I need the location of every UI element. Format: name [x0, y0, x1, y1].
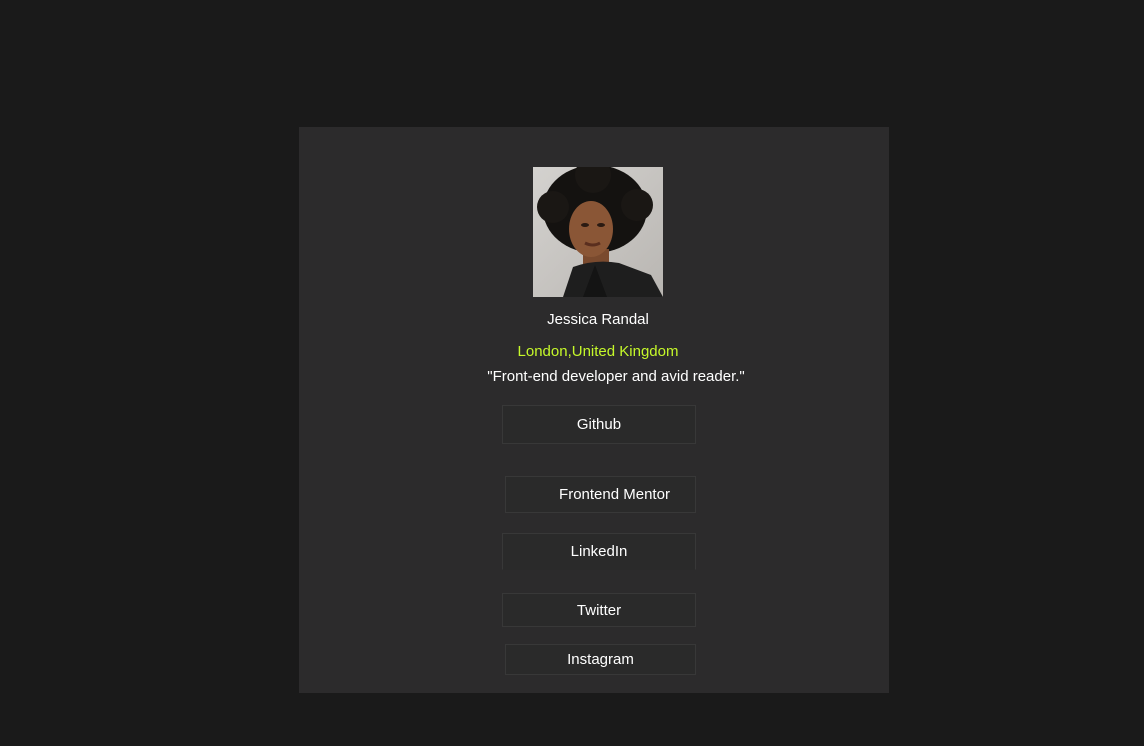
profile-location: London,United Kingdom [517, 343, 679, 360]
page: Jessica Randal London,United Kingdom "Fr… [0, 0, 1144, 746]
profile-card: Jessica Randal London,United Kingdom "Fr… [299, 127, 889, 693]
avatar-photo [533, 167, 663, 297]
github-button-label: Github [576, 416, 622, 433]
github-button[interactable]: Github [502, 405, 696, 444]
frontend-mentor-button[interactable]: Frontend Mentor [505, 476, 696, 513]
avatar [533, 167, 663, 297]
profile-name: Jessica Randal [547, 311, 649, 328]
profile-bio: "Front-end developer and avid reader." [487, 368, 745, 385]
frontend-mentor-button-label: Frontend Mentor [559, 486, 670, 503]
linkedin-button[interactable]: LinkedIn [502, 533, 696, 570]
instagram-button-label: Instagram [567, 651, 634, 668]
twitter-button-label: Twitter [576, 601, 622, 619]
twitter-button[interactable]: Twitter [502, 593, 696, 627]
instagram-button[interactable]: Instagram [505, 644, 696, 675]
linkedin-button-label: LinkedIn [570, 543, 628, 560]
